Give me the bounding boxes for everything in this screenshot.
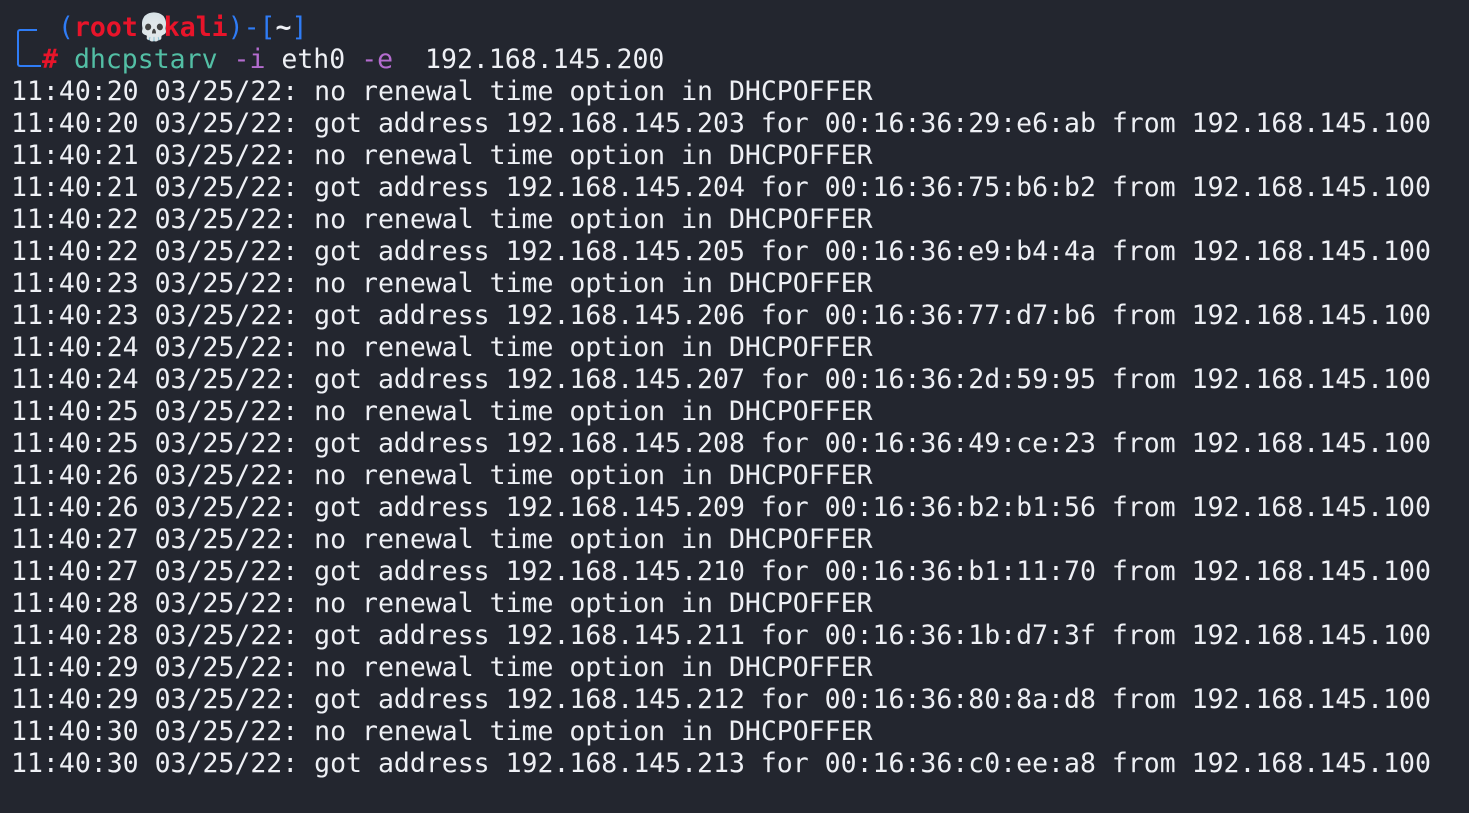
- terminal-window[interactable]: (root💀kali)-[~] # dhcpstarv -i eth0 -e 1…: [0, 0, 1469, 813]
- prompt-open-paren: (: [58, 12, 74, 43]
- output-line: 11:40:28 03/25/22: no renewal time optio…: [11, 588, 873, 619]
- prompt-close-bracket: ]: [291, 12, 308, 43]
- command-line[interactable]: # dhcpstarv -i eth0 -e 192.168.145.200: [42, 44, 664, 76]
- output-line: 11:40:21 03/25/22: got address 192.168.1…: [11, 172, 1431, 203]
- output-line: 11:40:30 03/25/22: no renewal time optio…: [11, 716, 873, 747]
- output-line: 11:40:22 03/25/22: no renewal time optio…: [11, 204, 873, 235]
- output-line: 11:40:26 03/25/22: no renewal time optio…: [11, 460, 873, 491]
- output-line: 11:40:26 03/25/22: got address 192.168.1…: [11, 492, 1431, 523]
- output-line: 11:40:28 03/25/22: got address 192.168.1…: [11, 620, 1431, 651]
- prompt-separator: )-[: [227, 12, 276, 43]
- prompt-line: (root💀kali)-[~]: [58, 12, 307, 44]
- output-line: 11:40:22 03/25/22: got address 192.168.1…: [11, 236, 1431, 267]
- prompt-cwd: ~: [275, 12, 292, 43]
- prompt-host: kali: [163, 12, 228, 43]
- output-line: 11:40:20 03/25/22: no renewal time optio…: [11, 76, 873, 107]
- output-line: 11:40:25 03/25/22: no renewal time optio…: [11, 396, 873, 427]
- output-line: 11:40:29 03/25/22: no renewal time optio…: [11, 652, 873, 683]
- output-line: 11:40:29 03/25/22: got address 192.168.1…: [11, 684, 1431, 715]
- skull-icon: 💀: [137, 12, 171, 43]
- output-line: 11:40:23 03/25/22: no renewal time optio…: [11, 268, 873, 299]
- prompt-hash: #: [42, 44, 58, 75]
- output-line: 11:40:20 03/25/22: got address 192.168.1…: [11, 108, 1431, 139]
- command-interface: eth0: [281, 44, 346, 75]
- output-line: 11:40:25 03/25/22: got address 192.168.1…: [11, 428, 1431, 459]
- output-line: 11:40:27 03/25/22: no renewal time optio…: [11, 524, 873, 555]
- output-line: 11:40:24 03/25/22: got address 192.168.1…: [11, 364, 1431, 395]
- command-flag-i: -i: [233, 44, 266, 75]
- output-line: 11:40:30 03/25/22: got address 192.168.1…: [11, 748, 1431, 779]
- output-line: 11:40:23 03/25/22: got address 192.168.1…: [11, 300, 1431, 331]
- prompt-foot-line: [17, 59, 41, 67]
- command-exclude-ip: 192.168.145.200: [425, 44, 665, 75]
- command-flag-e: -e: [361, 44, 394, 75]
- output-line: 11:40:27 03/25/22: got address 192.168.1…: [11, 556, 1431, 587]
- output-line: 11:40:24 03/25/22: no renewal time optio…: [11, 332, 873, 363]
- prompt-user: root: [73, 12, 138, 43]
- output-line: 11:40:21 03/25/22: no renewal time optio…: [11, 140, 873, 171]
- command-program: dhcpstarv: [73, 44, 218, 75]
